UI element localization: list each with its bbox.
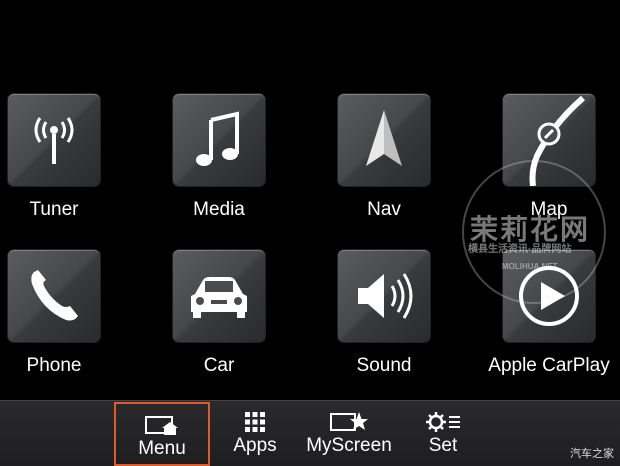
media-label: Media	[193, 199, 245, 220]
car-icon	[191, 277, 247, 318]
tuner-tile[interactable]	[8, 94, 100, 186]
media-tile[interactable]	[173, 94, 265, 186]
myscreen-label: MyScreen	[306, 435, 392, 456]
set-button[interactable]: Set	[410, 401, 476, 466]
corner-watermark: 汽车之家	[570, 448, 614, 460]
gear-settings-icon	[426, 412, 460, 432]
menu-button[interactable]: Menu	[114, 402, 210, 466]
play-icon	[519, 266, 579, 326]
speaker-icon	[358, 273, 413, 319]
apps-label: Apps	[233, 435, 277, 456]
map-tile[interactable]	[503, 94, 595, 186]
map-label: Map	[530, 199, 568, 220]
myscreen-button[interactable]: MyScreen	[300, 401, 398, 466]
phone-label: Phone	[26, 355, 82, 376]
phone-handset-icon	[31, 270, 78, 321]
tuner-label: Tuner	[29, 199, 79, 220]
car-tile[interactable]	[173, 250, 265, 342]
phone-tile[interactable]	[8, 250, 100, 342]
carplay-label: Apple CarPlay	[488, 355, 610, 376]
sound-tile[interactable]	[338, 250, 430, 342]
bottom-bar: Menu Apps MyScreen Set	[0, 400, 620, 466]
nav-tile[interactable]	[338, 94, 430, 186]
home-screen-icon	[145, 416, 178, 435]
radio-antenna-icon	[34, 117, 74, 164]
navigation-arrow-icon	[366, 110, 402, 166]
set-label: Set	[428, 435, 458, 456]
screen-star-icon	[330, 412, 368, 431]
map-route-icon	[529, 95, 585, 186]
grid-icon	[245, 412, 265, 432]
carplay-tile[interactable]	[503, 250, 595, 342]
apps-button[interactable]: Apps	[222, 401, 288, 466]
nav-label: Nav	[367, 199, 401, 220]
menu-label: Menu	[138, 438, 186, 459]
car-label: Car	[203, 355, 235, 376]
music-note-icon	[196, 111, 239, 166]
sound-label: Sound	[356, 355, 412, 376]
